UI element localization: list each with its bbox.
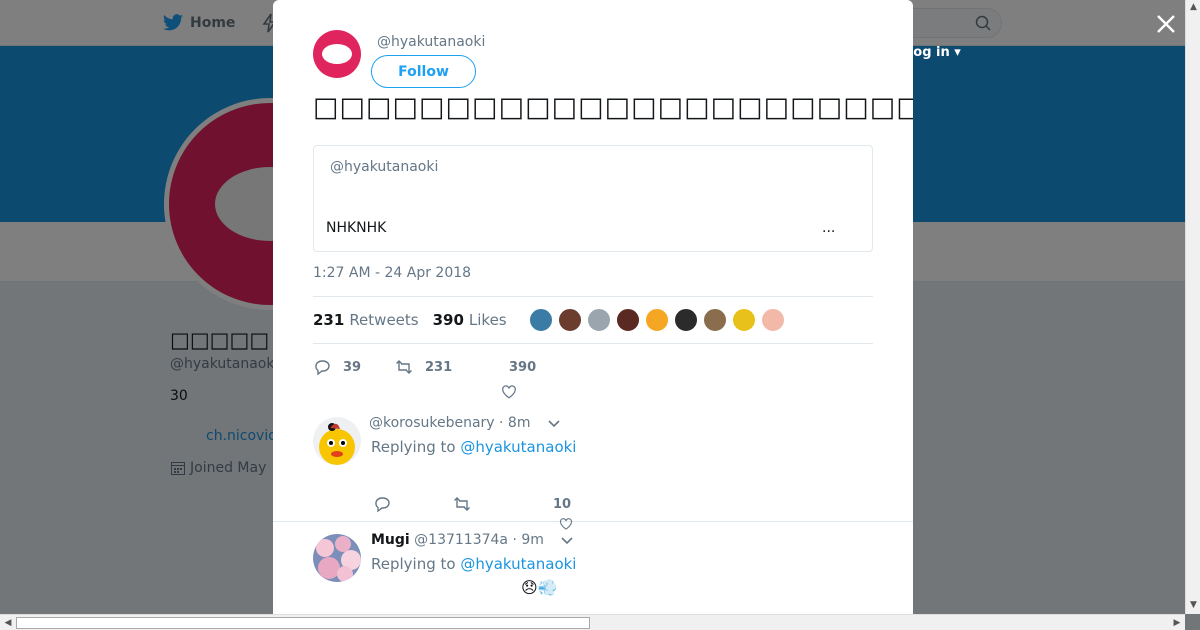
- replying-to: Replying to @hyakutanaoki: [371, 555, 576, 573]
- scroll-right-arrow-icon[interactable]: ▶: [1172, 618, 1182, 628]
- tweet-modal: @hyakutanaoki Follow □□□□□□□□□□□□□□□□□□□…: [273, 0, 913, 614]
- reply-item[interactable]: Mugi @13711374a · 9m Replying to @hyakut…: [273, 522, 913, 614]
- reply-icon[interactable]: [373, 495, 391, 513]
- scrollbar-thumb[interactable]: [16, 617, 590, 629]
- retweets-count[interactable]: 231: [313, 311, 344, 329]
- reply-like-count[interactable]: 10: [553, 497, 571, 512]
- liker-avatar[interactable]: [557, 308, 582, 332]
- reply-header: Mugi @13711374a · 9m: [371, 532, 574, 548]
- login-link[interactable]: Log in ▾: [905, 45, 961, 60]
- liker-avatar[interactable]: [760, 308, 785, 332]
- character-avatar-icon: [313, 417, 361, 465]
- vertical-scrollbar[interactable]: ▲ ▼: [1185, 0, 1200, 614]
- scroll-up-arrow-icon[interactable]: ▲: [1189, 2, 1198, 12]
- liker-avatar[interactable]: [615, 308, 640, 332]
- replying-to-link[interactable]: @hyakutanaoki: [460, 555, 576, 573]
- horizontal-scrollbar[interactable]: ◀ ▶: [0, 614, 1185, 630]
- chevron-down-icon[interactable]: [547, 416, 561, 430]
- quoted-tweet-ellipsis: ...: [822, 220, 836, 236]
- author-handle[interactable]: @hyakutanaoki: [377, 34, 485, 50]
- reply-text: 😞💨: [521, 578, 558, 597]
- liker-avatar[interactable]: [586, 308, 611, 332]
- like-action[interactable]: 390: [502, 359, 569, 399]
- reply-actions: 10: [373, 495, 571, 513]
- heart-icon: [502, 384, 516, 399]
- retweets-label[interactable]: Retweets: [349, 311, 418, 329]
- replying-to-prefix: Replying to: [371, 555, 456, 573]
- liker-avatar[interactable]: [528, 308, 553, 332]
- reply-time[interactable]: · 9m: [512, 532, 543, 548]
- scroll-down-arrow-icon[interactable]: ▼: [1189, 600, 1198, 610]
- likes-count[interactable]: 390: [433, 311, 464, 329]
- chevron-down-icon[interactable]: [560, 533, 574, 547]
- reply-user-handle[interactable]: @korosukebenary: [369, 415, 495, 431]
- reply-icon: [315, 360, 330, 376]
- likes-label[interactable]: Likes: [469, 311, 507, 329]
- reply-time[interactable]: · 8m: [499, 415, 530, 431]
- retweet-action[interactable]: 231: [395, 358, 509, 376]
- quoted-tweet-text: NHKNHK: [326, 220, 387, 236]
- close-icon[interactable]: [1154, 12, 1178, 36]
- author-avatar[interactable]: [313, 30, 361, 78]
- tweet-timestamp[interactable]: 1:27 AM - 24 Apr 2018: [313, 265, 471, 281]
- like-count: 390: [509, 359, 537, 375]
- reply-item[interactable]: @korosukebenary · 8m Replying to @hyakut…: [273, 405, 913, 530]
- liker-avatars: [528, 308, 785, 332]
- scroll-left-arrow-icon[interactable]: ◀: [3, 618, 13, 628]
- tweet-actions: 39 231 390: [313, 355, 569, 399]
- retweet-icon[interactable]: [453, 495, 471, 513]
- quoted-tweet-card[interactable]: @hyakutanaoki NHKNHK ...: [313, 145, 873, 252]
- tweet-stats: 231 Retweets 390 Likes: [313, 296, 873, 344]
- retweet-icon: [396, 360, 412, 374]
- cherry-blossom-avatar-icon: [313, 534, 361, 582]
- liker-avatar[interactable]: [644, 308, 669, 332]
- replying-to: Replying to @hyakutanaoki: [371, 438, 576, 456]
- liker-avatar[interactable]: [702, 308, 727, 332]
- reply-action[interactable]: 39: [313, 358, 395, 376]
- replying-to-link[interactable]: @hyakutanaoki: [460, 438, 576, 456]
- reply-avatar[interactable]: [313, 417, 361, 465]
- follow-button[interactable]: Follow: [371, 55, 476, 88]
- reply-user-handle[interactable]: @13711374a: [414, 532, 508, 548]
- liker-avatar[interactable]: [731, 308, 756, 332]
- reply-count: 39: [343, 359, 362, 375]
- reply-user-name[interactable]: Mugi: [371, 532, 410, 548]
- liker-avatar[interactable]: [673, 308, 698, 332]
- quoted-tweet-handle: @hyakutanaoki: [330, 159, 439, 175]
- reply-header: @korosukebenary · 8m: [369, 415, 561, 431]
- retweet-count: 231: [425, 359, 453, 375]
- reply-avatar[interactable]: [313, 534, 361, 582]
- replying-to-prefix: Replying to: [371, 438, 456, 456]
- tweet-text: □□□□□□□□□□□□□□□□□□□□□□□□□□□□□□□□□□□□□□□□…: [313, 92, 913, 123]
